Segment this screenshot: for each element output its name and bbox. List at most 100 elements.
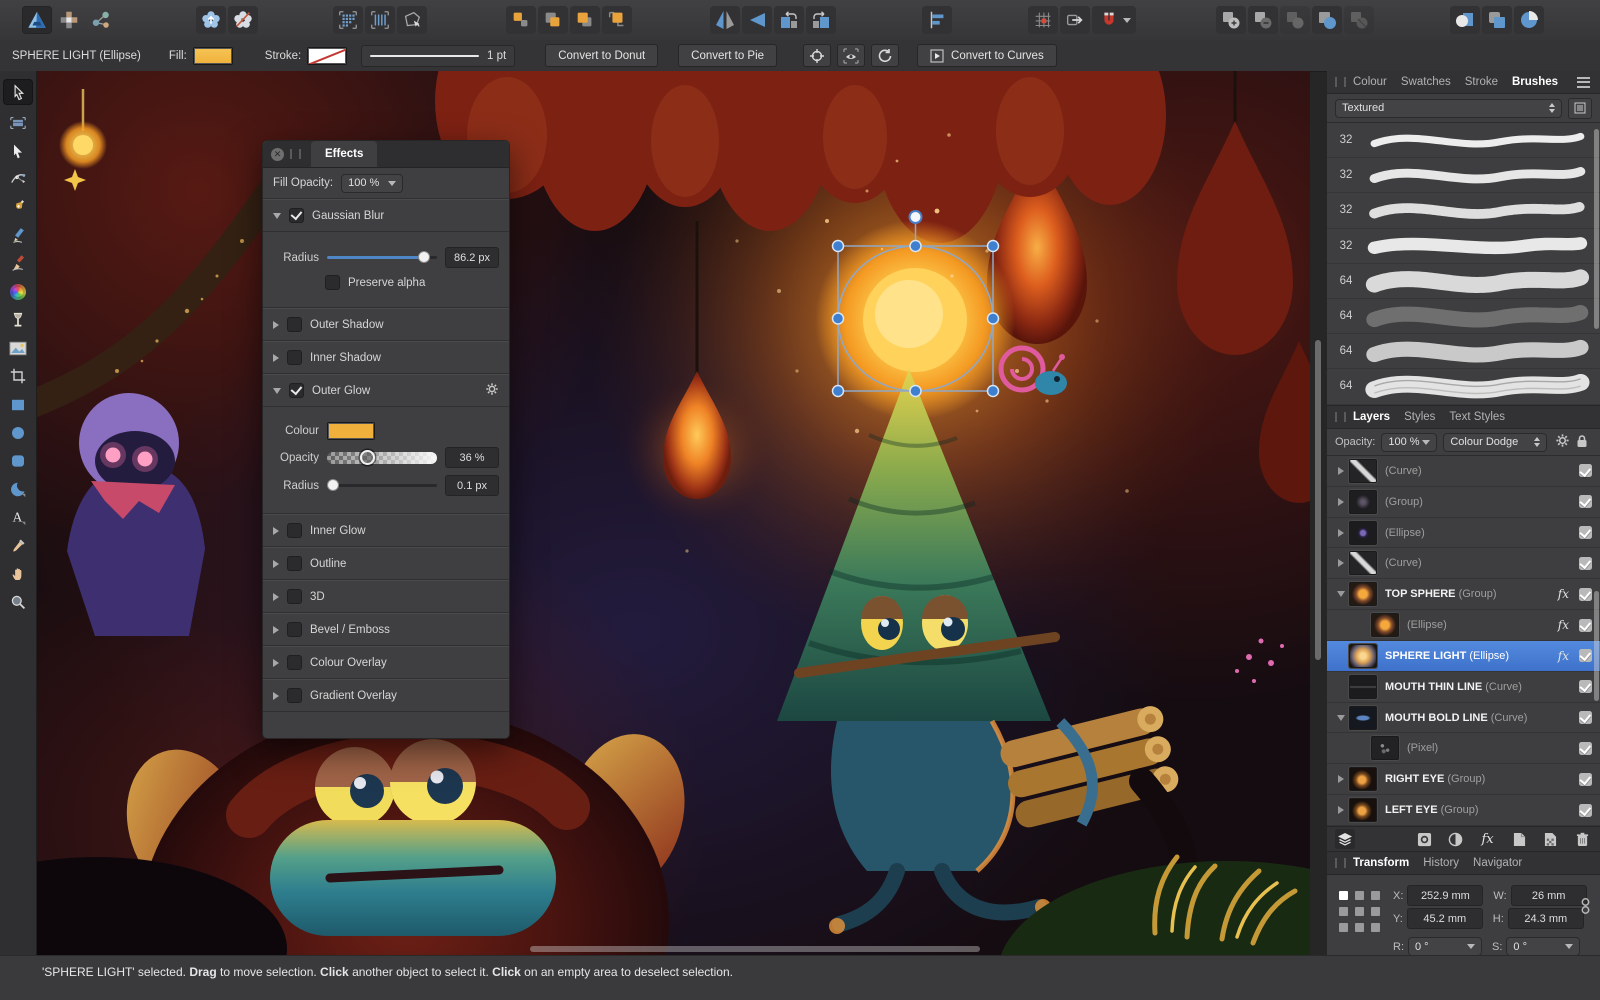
brush-item[interactable]: 32 — [1327, 123, 1600, 158]
effect-checkbox[interactable] — [287, 556, 302, 571]
effect-checkbox[interactable] — [287, 523, 302, 538]
tab-history[interactable]: History — [1423, 857, 1459, 869]
flip-horizontal-icon[interactable] — [710, 6, 740, 34]
hand-tool[interactable] — [3, 563, 33, 584]
node-tool[interactable] — [3, 169, 33, 190]
ellipse-tool[interactable] — [3, 422, 33, 443]
layer-expand-icon[interactable] — [1333, 498, 1349, 506]
align-icon[interactable] — [922, 6, 952, 34]
layers-scrollbar[interactable] — [1594, 591, 1599, 701]
grid-lasso-icon[interactable] — [397, 6, 427, 34]
layer-thumbnail[interactable] — [1349, 582, 1377, 606]
w-field[interactable]: 26 mm — [1511, 885, 1587, 906]
layer-fx-icon[interactable]: fx — [1478, 829, 1498, 849]
expand-icon[interactable] — [273, 560, 279, 568]
new-pixel-layer-icon[interactable] — [1541, 829, 1561, 849]
transparency-tool[interactable] — [3, 310, 33, 331]
effects-panel-header[interactable]: ✕ Effects — [263, 141, 509, 168]
fill-opacity-dropdown[interactable]: 100 % — [341, 174, 403, 193]
eyedropper-tool[interactable] — [3, 535, 33, 556]
layer-row-right-eye[interactable]: RIGHT EYE (Group) — [1327, 764, 1600, 795]
layer-thumbnail[interactable] — [1349, 798, 1377, 822]
panel-drag-handle[interactable] — [290, 149, 301, 159]
gb-radius-slider[interactable] — [327, 256, 437, 259]
pixel-persona-icon[interactable] — [54, 6, 84, 34]
brush-item[interactable]: 64 — [1327, 299, 1600, 334]
boolean-intersect-icon[interactable] — [1280, 6, 1310, 34]
show-selection-icon[interactable] — [837, 44, 865, 67]
brush-list-view-icon[interactable] — [1568, 98, 1592, 119]
brush-item[interactable]: 32 — [1327, 158, 1600, 193]
boolean-subtract-icon[interactable] — [1248, 6, 1278, 34]
geometry-merge-icon[interactable] — [1450, 6, 1480, 34]
grid-frame-icon[interactable] — [365, 6, 395, 34]
rotation-centre-icon[interactable] — [803, 44, 831, 67]
mask-layer-icon[interactable] — [1415, 829, 1435, 849]
effect-section-gradient_overlay[interactable]: Gradient Overlay — [263, 679, 509, 712]
layer-expand-icon[interactable] — [1333, 591, 1349, 597]
layer-thumbnail[interactable] — [1371, 613, 1399, 637]
expand-icon[interactable] — [273, 692, 279, 700]
cycle-selection-icon[interactable] — [871, 44, 899, 67]
panel-drag-handle[interactable] — [1335, 412, 1346, 422]
effect-section-three_d[interactable]: 3D — [263, 580, 509, 613]
arrange-forward-icon[interactable] — [570, 6, 600, 34]
tab-stroke[interactable]: Stroke — [1465, 76, 1498, 88]
expand-icon[interactable] — [273, 593, 279, 601]
og-opacity-slider[interactable] — [327, 452, 437, 464]
layer-row[interactable]: (Curve) — [1327, 548, 1600, 579]
layer-visibility-checkbox[interactable] — [1579, 649, 1592, 662]
brush-item[interactable]: 32 — [1327, 193, 1600, 228]
layer-expand-icon[interactable] — [1333, 559, 1349, 567]
effect-checkbox[interactable] — [289, 383, 304, 398]
expand-icon[interactable] — [273, 659, 279, 667]
h-field[interactable]: 24.3 mm — [1508, 908, 1584, 929]
effect-section-inner_glow[interactable]: Inner Glow — [263, 514, 509, 547]
panel-drag-handle[interactable] — [1335, 77, 1346, 87]
layer-visibility-checkbox[interactable] — [1579, 742, 1592, 755]
convert-to-donut-button[interactable]: Convert to Donut — [545, 44, 658, 67]
effect-section-gaussian_blur[interactable]: Gaussian Blur — [263, 199, 509, 232]
boolean-add-icon[interactable] — [1216, 6, 1246, 34]
layer-visibility-checkbox[interactable] — [1579, 619, 1592, 632]
layer-visibility-checkbox[interactable] — [1579, 557, 1592, 570]
expand-icon[interactable] — [273, 321, 279, 329]
brush-tool[interactable] — [3, 253, 33, 274]
expand-icon[interactable] — [273, 354, 279, 362]
fill-swatch[interactable] — [193, 47, 233, 65]
layer-expand-icon[interactable] — [1333, 775, 1349, 783]
layer-visibility-checkbox[interactable] — [1579, 711, 1592, 724]
effect-section-colour_overlay[interactable]: Colour Overlay — [263, 646, 509, 679]
effect-checkbox[interactable] — [287, 350, 302, 365]
arrange-backward-icon[interactable] — [538, 6, 568, 34]
effect-checkbox[interactable] — [287, 622, 302, 637]
layer-thumbnail[interactable] — [1349, 551, 1377, 575]
expand-icon[interactable] — [273, 626, 279, 634]
layer-visibility-checkbox[interactable] — [1579, 680, 1592, 693]
tab-navigator[interactable]: Navigator — [1473, 857, 1522, 869]
arrange-front-icon[interactable] — [602, 6, 632, 34]
stroke-width-control[interactable]: 1 pt — [361, 45, 515, 67]
tab-text-styles[interactable]: Text Styles — [1449, 411, 1505, 423]
layer-expand-icon[interactable] — [1333, 806, 1349, 814]
layer-thumbnail[interactable] — [1349, 644, 1377, 668]
tab-swatches[interactable]: Swatches — [1401, 76, 1451, 88]
insert-target-icon[interactable] — [1060, 6, 1090, 34]
layer-expand-icon[interactable] — [1333, 467, 1349, 475]
tab-brushes[interactable]: Brushes — [1512, 76, 1558, 88]
zoom-tool[interactable] — [3, 591, 33, 612]
effect-checkbox[interactable] — [287, 655, 302, 670]
layer-expand-icon[interactable] — [1333, 715, 1349, 721]
canvas-horizontal-scrollbar[interactable] — [530, 946, 980, 952]
layer-thumbnail[interactable] — [1349, 675, 1377, 699]
og-radius-value[interactable]: 0.1 px — [445, 475, 499, 496]
brush-item[interactable]: 64 — [1327, 369, 1600, 404]
arrange-back-icon[interactable] — [506, 6, 536, 34]
affinity-logo-icon[interactable] — [22, 6, 52, 34]
layer-row[interactable]: (Ellipse) — [1327, 518, 1600, 549]
effect-section-outline[interactable]: Outline — [263, 547, 509, 580]
blend-mode-dropdown[interactable]: Colour Dodge — [1443, 433, 1547, 452]
effect-section-outer_glow[interactable]: Outer Glow — [263, 374, 509, 407]
export-persona-icon[interactable] — [86, 6, 116, 34]
hamburger-menu-icon[interactable] — [1577, 77, 1590, 88]
